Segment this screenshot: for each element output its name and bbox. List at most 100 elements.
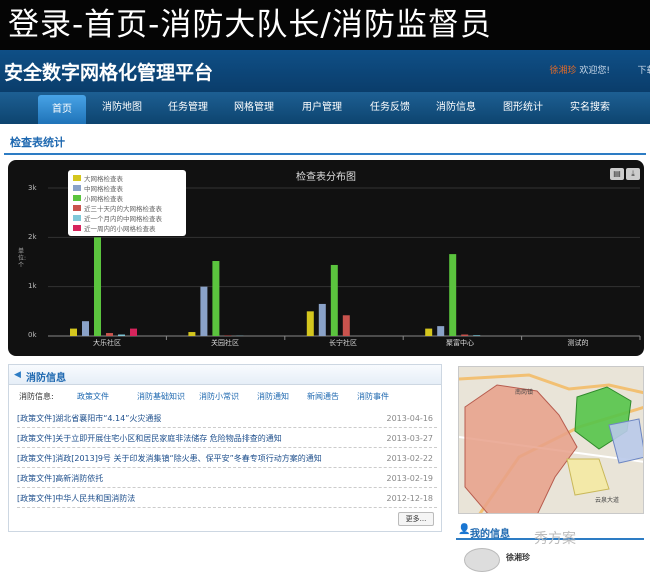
news-row[interactable]: [政策文件]关于立即开展住宅小区和居民家庭非法储存 危险物品排查的通知 2013-…: [17, 429, 437, 448]
news-row-title[interactable]: [政策文件]关于立即开展住宅小区和居民家庭非法储存 危险物品排查的通知: [17, 429, 282, 448]
watermark: 秀方案: [534, 528, 576, 548]
legend-label: 近一周内的小网格检查表: [84, 223, 156, 233]
section-divider: [4, 153, 646, 155]
map-label: 南岗镇: [515, 387, 533, 396]
app-title: 安全数字网格化管理平台: [4, 58, 213, 85]
nav-graph-stats[interactable]: 图形统计: [495, 92, 551, 124]
legend-label: 近三十天内的大网格检查表: [84, 203, 162, 213]
news-row-title[interactable]: [政策文件]中华人民共和国消防法: [17, 489, 135, 508]
bar[interactable]: [188, 332, 195, 336]
user-name-link[interactable]: 徐湘珍: [550, 66, 577, 76]
bar[interactable]: [106, 333, 113, 336]
my-info-name: 徐湘珍: [506, 552, 530, 563]
speaker-icon: ◀: [14, 370, 21, 380]
legend-item[interactable]: 近一周内的小网格检查表: [73, 223, 181, 233]
nav-task-management[interactable]: 任务管理: [160, 92, 216, 124]
news-row-title[interactable]: [政策文件]湖北省襄阳市“4.14”火灾通报: [17, 409, 161, 428]
y-tick-label: 2k: [28, 233, 37, 241]
my-info-panel: 👤 我的信息 秀方案 徐湘珍: [456, 522, 644, 570]
user-area: 徐湘珍 欢迎您! 下载客: [550, 63, 611, 76]
news-tab[interactable]: 消防基础知识: [137, 391, 185, 402]
news-tabs-label: 消防信息:: [19, 391, 54, 402]
news-panel: ◀ 消防信息 消防信息: 政策文件 消防基础知识 消防小常识 消防通知 新闻通告…: [8, 364, 442, 532]
news-row-title[interactable]: [政策文件]高新消防依托: [17, 469, 103, 488]
nav-realname-search[interactable]: 实名搜索: [562, 92, 618, 124]
legend-swatch: [73, 175, 81, 181]
legend-item[interactable]: 小网格检查表: [73, 193, 181, 203]
legend-swatch: [73, 195, 81, 201]
nav-home[interactable]: 首页: [38, 95, 86, 124]
news-row-date: 2013-02-19: [387, 469, 434, 488]
legend-label: 近一个月内的中网格检查表: [84, 213, 162, 223]
legend-swatch: [73, 215, 81, 221]
my-info-header: 👤 我的信息 秀方案: [456, 522, 644, 540]
chart-legend: 大网格检查表 中网格检查表 小网格检查表 近三十天内的大网格检查表 近一个月内的…: [68, 170, 186, 236]
bar[interactable]: [319, 304, 326, 336]
news-row-date: 2013-03-27: [387, 429, 434, 448]
nav-fire-info[interactable]: 消防信息: [428, 92, 484, 124]
bar[interactable]: [200, 287, 207, 336]
welcome-text: 欢迎您!: [579, 66, 610, 76]
legend-label: 小网格检查表: [84, 193, 123, 203]
download-link[interactable]: 下载客: [638, 63, 650, 76]
legend-swatch: [73, 225, 81, 231]
x-tick-label: 测试的: [528, 338, 628, 348]
y-tick-label: 3k: [28, 184, 37, 192]
legend-item[interactable]: 近三十天内的大网格检查表: [73, 203, 181, 213]
y-tick-label: 0k: [28, 331, 37, 339]
bar-chart: 检查表分布图 ▤ ⤓ 单位:个 0k 1k 2k 3k 大乐社区 关园社区 长宁…: [8, 160, 644, 356]
bar[interactable]: [307, 311, 314, 336]
bar[interactable]: [343, 315, 350, 336]
news-row[interactable]: [政策文件]高新消防依托 2013-02-19: [17, 469, 437, 488]
x-tick-label: 聚富中心: [410, 338, 510, 348]
nav-grid-management[interactable]: 网格管理: [226, 92, 282, 124]
bar[interactable]: [118, 335, 125, 336]
legend-item[interactable]: 大网格检查表: [73, 173, 181, 183]
legend-item[interactable]: 近一个月内的中网格检查表: [73, 213, 181, 223]
bar[interactable]: [473, 335, 480, 336]
bar[interactable]: [130, 329, 137, 336]
news-row[interactable]: [政策文件]湖北省襄阳市“4.14”火灾通报 2013-04-16: [17, 409, 437, 428]
nav-task-feedback[interactable]: 任务反馈: [362, 92, 418, 124]
news-header: ◀ 消防信息: [9, 365, 441, 385]
page-banner: 登录-首页-消防大队长/消防监督员: [0, 0, 650, 50]
bar[interactable]: [461, 335, 468, 336]
bar[interactable]: [449, 254, 456, 336]
news-title: 消防信息: [26, 369, 66, 384]
avatar[interactable]: [464, 548, 500, 572]
news-tab[interactable]: 消防通知: [257, 391, 289, 402]
y-tick-label: 1k: [28, 282, 37, 290]
map-label: 云泉大道: [595, 495, 619, 504]
print-icon[interactable]: ▤: [610, 168, 624, 180]
legend-item[interactable]: 中网格检查表: [73, 183, 181, 193]
bar[interactable]: [212, 261, 219, 336]
my-info-title: 我的信息: [470, 525, 510, 540]
bar[interactable]: [425, 329, 432, 336]
bar[interactable]: [70, 329, 77, 336]
more-button[interactable]: 更多...: [398, 512, 434, 526]
news-row-title[interactable]: [政策文件]消政[2013]9号 关于印发消集镇“除火患、保平安”冬春专项行动方…: [17, 449, 322, 468]
news-tab[interactable]: 新闻通告: [307, 391, 339, 402]
map-thumbnail[interactable]: 南岗镇 云泉大道: [458, 366, 644, 514]
legend-label: 大网格检查表: [84, 173, 123, 183]
news-row[interactable]: [政策文件]中华人民共和国消防法2012-12-18: [17, 489, 437, 508]
news-tab[interactable]: 政策文件: [77, 391, 109, 402]
x-tick-label: 长宁社区: [293, 338, 393, 348]
bar[interactable]: [94, 237, 101, 336]
section-title: 检查表统计: [10, 134, 65, 150]
bar[interactable]: [437, 326, 444, 336]
news-row-date: 2013-02-22: [387, 449, 434, 468]
news-tab[interactable]: 消防事件: [357, 391, 389, 402]
news-tab[interactable]: 消防小常识: [199, 391, 239, 402]
app-header: 安全数字网格化管理平台 徐湘珍 欢迎您! 下载客: [0, 50, 650, 92]
bar[interactable]: [82, 321, 89, 336]
news-row-date: 2013-04-16: [387, 409, 434, 428]
bar[interactable]: [331, 265, 338, 336]
news-row[interactable]: [政策文件]消政[2013]9号 关于印发消集镇“除火患、保平安”冬春专项行动方…: [17, 449, 437, 468]
legend-swatch: [73, 185, 81, 191]
nav-fire-map[interactable]: 消防地图: [94, 92, 150, 124]
nav-user-management[interactable]: 用户管理: [294, 92, 350, 124]
download-icon[interactable]: ⤓: [626, 168, 640, 180]
x-tick-label: 大乐社区: [57, 338, 157, 348]
user-icon: 👤: [458, 524, 470, 535]
